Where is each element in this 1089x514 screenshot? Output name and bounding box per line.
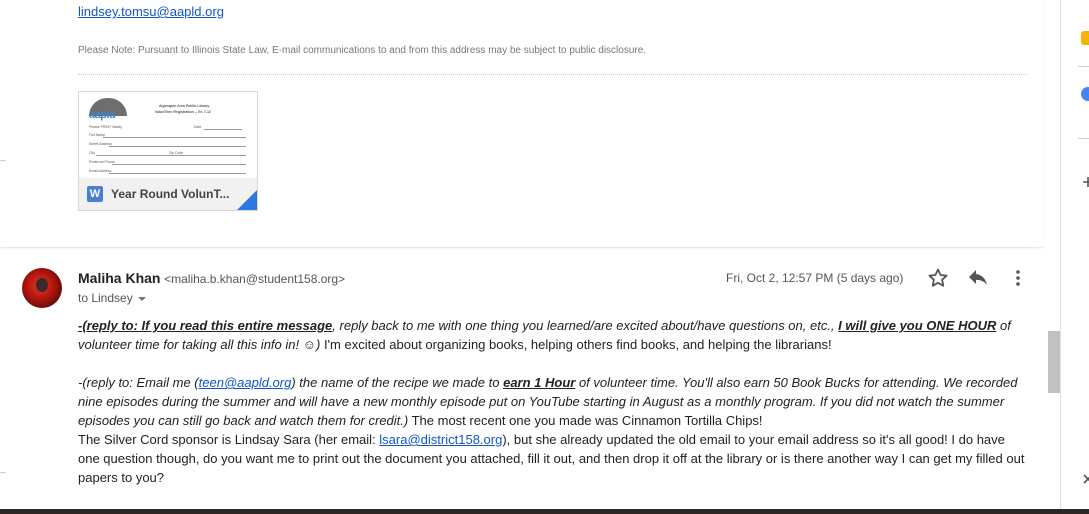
earn-hour-text: earn 1 Hour [503, 375, 576, 390]
sender-email: <maliha.b.khan@student158.org> [164, 272, 346, 286]
more-options-button[interactable] [1006, 266, 1030, 290]
thumb-line [204, 129, 242, 130]
add-icon[interactable] [1081, 175, 1089, 189]
message-date: Fri, Oct 2, 12:57 PM (5 days ago) [726, 271, 904, 285]
reply-button[interactable] [966, 266, 990, 290]
attachment-name[interactable]: Year Round VolunT... [111, 187, 229, 201]
rail-divider [1078, 138, 1089, 139]
sender-info: Maliha Khan <maliha.b.khan@student158.or… [78, 270, 345, 286]
body-text: -(reply to: Email me ( [78, 375, 199, 390]
reply-icon [969, 270, 987, 285]
recipient-label: to Lindsey [78, 291, 133, 305]
attachment-card[interactable]: aapld Algonquin Area Public Library Volu… [78, 91, 258, 211]
one-hour-offer: I will give you ONE HOUR [838, 318, 997, 333]
thumb-header-2: VolunTeen Registration -- Gr. 7-12 [155, 110, 211, 114]
star-icon [928, 268, 948, 287]
body-text: The most recent one you made was Cinnamo… [408, 413, 763, 428]
recipient-toggle[interactable]: to Lindsey [78, 291, 146, 305]
reply-prompt-1: -(reply to: If you read this entire mess… [78, 318, 333, 333]
body-text: The Silver Cord sponsor is Lindsay Sara … [78, 432, 380, 447]
thumb-line [103, 137, 246, 138]
thumb-line [96, 155, 246, 156]
lsara-email-link[interactable]: lsara@district158.org [379, 432, 502, 447]
scrollbar-thumb[interactable] [1048, 331, 1060, 393]
attachment-thumbnail[interactable]: aapld Algonquin Area Public Library Volu… [79, 92, 257, 178]
thumb-subtitle: Please PRINT Neatly [89, 125, 123, 129]
thumb-line [112, 164, 246, 165]
attachment-corner-icon [237, 190, 257, 210]
avatar[interactable] [22, 268, 62, 308]
thumb-header-1: Algonquin Area Public Library [159, 104, 210, 108]
teen-email-link[interactable]: teen@aapld.org [199, 375, 292, 390]
rail-divider [1078, 66, 1089, 67]
sender-name[interactable]: Maliha Khan [78, 270, 160, 286]
star-button[interactable] [926, 266, 950, 290]
attachment-footer[interactable]: W Year Round VolunT... [79, 178, 257, 210]
signature-divider [78, 74, 1028, 75]
message-separator [6, 247, 1028, 248]
close-icon[interactable] [1081, 472, 1089, 486]
thumb-field-2: City [89, 151, 96, 155]
thumb-line [109, 146, 246, 147]
chevron-down-icon[interactable] [137, 296, 146, 301]
previous-message: lindsey.tomsu@aapld.org Please Note: Pur… [0, 0, 1043, 247]
edge-tick [0, 160, 6, 161]
body-text: I'm excited about organizing books, help… [320, 337, 832, 352]
calendar-icon[interactable] [1081, 31, 1089, 45]
message-paragraph-2: -(reply to: Email me (teen@aapld.org) th… [78, 373, 1030, 430]
message-paragraph-3: The Silver Cord sponsor is Lindsay Sara … [78, 430, 1030, 487]
bottom-bar [0, 509, 1089, 514]
legal-notice: Please Note: Pursuant to Illinois State … [78, 45, 647, 56]
thumb-field-4: Preferred Phone [89, 160, 115, 164]
word-doc-icon: W [87, 186, 103, 202]
body-text: , reply back to me with one thing you le… [332, 318, 839, 333]
message-paragraph-1: -(reply to: If you read this entire mess… [78, 316, 1030, 354]
side-panel [1060, 0, 1089, 509]
aapld-logo: aapld [89, 109, 116, 121]
more-vert-icon [1016, 270, 1020, 286]
thumb-date-label: Date [194, 125, 202, 129]
contacts-icon[interactable] [1081, 87, 1089, 101]
thumb-line [109, 173, 246, 174]
edge-tick [0, 472, 6, 473]
body-text: ) the name of the recipe we made to [291, 375, 504, 390]
signature-email-link[interactable]: lindsey.tomsu@aapld.org [78, 4, 224, 19]
